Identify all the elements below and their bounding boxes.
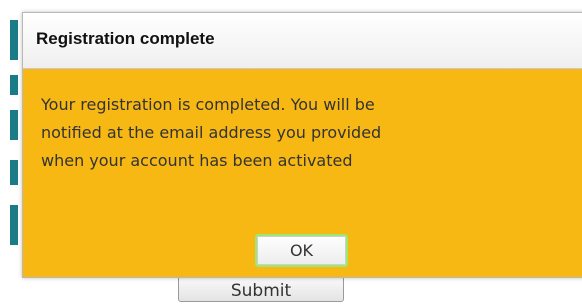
background-accent-strip — [10, 75, 18, 95]
registration-dialog: Registration complete Your registration … — [22, 12, 582, 278]
background-accent-strip — [10, 160, 18, 185]
background-accent-strip — [10, 110, 18, 140]
dialog-message-line: when your account has been activated — [41, 151, 353, 170]
dialog-header: Registration complete — [23, 13, 582, 69]
dialog-message-line: Your registration is completed. You will… — [41, 95, 375, 114]
dialog-message-line: notified at the email address you provid… — [41, 123, 382, 142]
ok-button[interactable]: OK — [255, 234, 348, 267]
background-accent-strip — [10, 205, 18, 245]
dialog-message: Your registration is completed. You will… — [41, 91, 541, 175]
dialog-title: Registration complete — [36, 28, 215, 48]
background-accent-strip — [10, 20, 18, 60]
